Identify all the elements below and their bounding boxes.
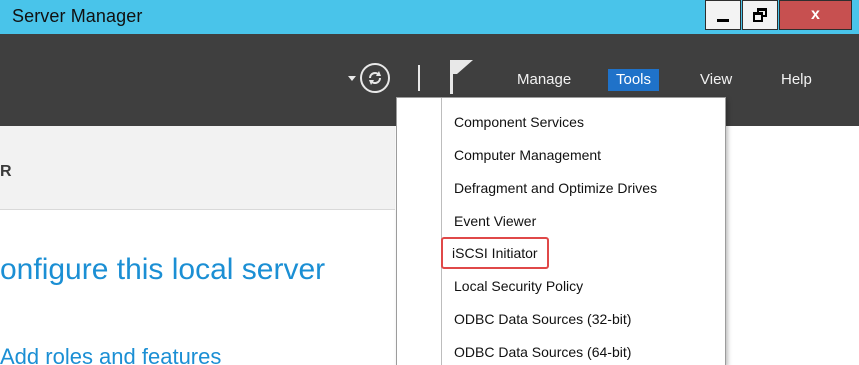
- tools-dropdown-menu: Component Services Computer Management D…: [396, 97, 726, 365]
- refresh-icon: [369, 71, 381, 85]
- minimize-button[interactable]: [705, 0, 741, 30]
- menu-manage[interactable]: Manage: [517, 71, 571, 88]
- menu-tools[interactable]: Tools: [608, 69, 660, 91]
- configure-server-link[interactable]: onfigure this local server: [0, 253, 325, 287]
- menu-view[interactable]: View: [700, 71, 732, 88]
- dropdown-arrow-icon[interactable]: [348, 76, 356, 81]
- title-bar: Server Manager x: [0, 0, 859, 34]
- menu-item-computer-management[interactable]: Computer Management: [454, 147, 601, 163]
- menu-item-odbc-32[interactable]: ODBC Data Sources (32-bit): [454, 311, 631, 327]
- refresh-button[interactable]: [360, 63, 390, 93]
- menu-item-event-viewer[interactable]: Event Viewer: [454, 213, 536, 229]
- flag-icon[interactable]: [447, 58, 475, 96]
- menu-help[interactable]: Help: [781, 71, 812, 88]
- close-icon: x: [811, 6, 820, 23]
- section-title: R: [0, 163, 12, 180]
- menu-item-odbc-64[interactable]: ODBC Data Sources (64-bit): [454, 344, 631, 360]
- minimize-icon: [717, 18, 729, 22]
- window-title: Server Manager: [12, 6, 143, 26]
- close-button[interactable]: x: [779, 0, 852, 30]
- add-roles-link[interactable]: Add roles and features: [0, 344, 221, 365]
- section-header: [0, 126, 395, 210]
- menu-item-iscsi-initiator[interactable]: iSCSI Initiator: [441, 237, 549, 269]
- menu-item-component-services[interactable]: Component Services: [454, 114, 584, 130]
- toolbar-separator: [418, 65, 420, 91]
- restore-button[interactable]: [742, 0, 778, 30]
- menu-item-local-security-policy[interactable]: Local Security Policy: [454, 278, 583, 294]
- menu-item-defragment[interactable]: Defragment and Optimize Drives: [454, 180, 657, 196]
- restore-icon: [753, 8, 767, 22]
- menu-gutter: [441, 98, 442, 365]
